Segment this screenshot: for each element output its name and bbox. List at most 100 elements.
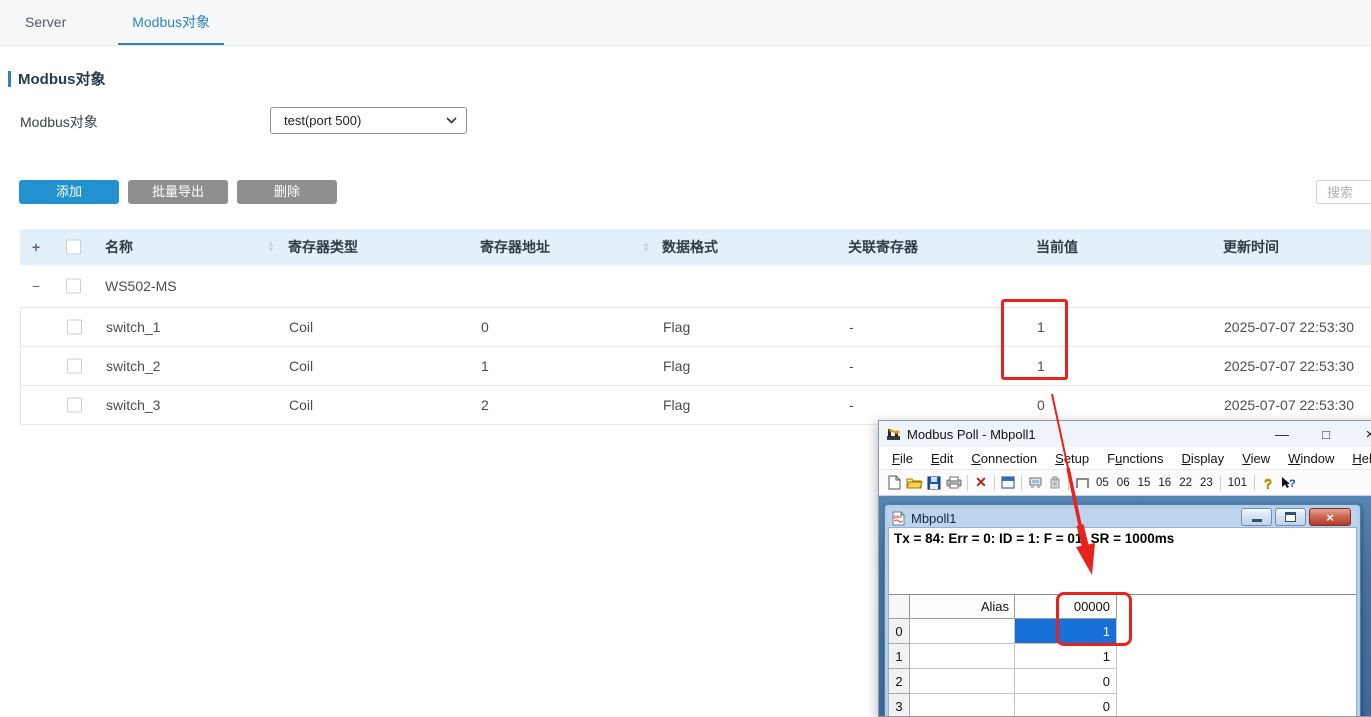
cell-current-value: 1 — [1037, 358, 1045, 374]
grid-alias-cell[interactable] — [910, 694, 1015, 716]
menu-item-help[interactable]: Help — [1343, 451, 1371, 466]
function-23-button[interactable]: 23 — [1196, 477, 1217, 489]
grid-address-header[interactable]: 00000 — [1015, 595, 1117, 619]
select-all-checkbox[interactable] — [66, 240, 81, 255]
cell-format: Flag — [663, 397, 690, 413]
child-close-button[interactable]: × — [1309, 508, 1351, 526]
grid-header-row: Alias 00000 — [889, 595, 1356, 619]
modbus-table: + 名称 ▲▼ 寄存器类型 寄存器地址 ▲▼ 数据格式 关联寄存器 当前值 更新… — [20, 229, 1371, 425]
group-checkbox[interactable] — [66, 279, 81, 294]
new-file-button[interactable] — [884, 473, 904, 493]
pulse-icon — [1076, 478, 1089, 488]
section-accent-bar — [8, 71, 11, 87]
function-05-button[interactable]: 05 — [1092, 477, 1113, 489]
help-icon: ? — [1264, 475, 1273, 491]
function-101-button[interactable]: 101 — [1224, 477, 1251, 489]
menu-item-window[interactable]: Window — [1279, 451, 1343, 466]
red-x-icon: ✕ — [975, 474, 987, 491]
minimize-button[interactable]: — — [1267, 421, 1297, 447]
grid-value-cell[interactable]: 1 — [1015, 619, 1117, 644]
grid-alias-cell[interactable] — [910, 644, 1015, 669]
function-code-buttons: 050615162223 — [1092, 477, 1217, 489]
function-06-button[interactable]: 06 — [1113, 477, 1134, 489]
batch-export-button[interactable]: 批量导出 — [128, 180, 228, 204]
menu-item-connection[interactable]: Connection — [962, 451, 1046, 466]
close-x-icon: × — [1326, 511, 1334, 524]
function-15-button[interactable]: 15 — [1134, 477, 1155, 489]
setup-window-button[interactable] — [998, 473, 1018, 493]
test-center-button[interactable] — [1072, 473, 1092, 493]
communication-button[interactable] — [1045, 473, 1065, 493]
cell-name: switch_3 — [106, 397, 160, 413]
menu-item-edit[interactable]: Edit — [922, 451, 962, 466]
save-icon — [927, 476, 941, 490]
grid-alias-cell[interactable] — [910, 669, 1015, 694]
child-minimize-button[interactable] — [1241, 508, 1272, 526]
modbus-object-label: Modbus对象 — [20, 112, 98, 132]
delete-poll-button[interactable]: ✕ — [971, 473, 991, 493]
grid-alias-header[interactable]: Alias — [910, 595, 1015, 619]
print-button[interactable] — [944, 473, 964, 493]
group-name: WS502-MS — [105, 278, 177, 294]
menu-item-file[interactable]: File — [883, 451, 922, 466]
child-window-controls: × — [1241, 508, 1351, 526]
read-write-once-button[interactable] — [1025, 473, 1045, 493]
collapse-icon[interactable]: − — [32, 278, 40, 294]
grid-alias-cell[interactable] — [910, 619, 1015, 644]
row-checkbox[interactable] — [67, 359, 82, 374]
col-header-reg-type: 寄存器类型 — [288, 237, 358, 257]
comm-read-icon — [1028, 476, 1043, 490]
svg-text:poc: poc — [894, 514, 902, 519]
function-16-button[interactable]: 16 — [1154, 477, 1175, 489]
cell-reg-addr: 1 — [481, 358, 489, 374]
grid-value-cell[interactable]: 0 — [1015, 669, 1117, 694]
menu-item-setup[interactable]: Setup — [1046, 451, 1098, 466]
grid-body: 0111203040 — [889, 619, 1356, 716]
maximize-button[interactable]: □ — [1311, 421, 1341, 447]
context-help-button[interactable]: ? — [1278, 473, 1298, 493]
table-row: switch_2Coil1Flag-12025-07-07 22:53:30 — [21, 347, 1371, 386]
mbpoll1-titlebar[interactable]: poc Mbpoll1 × — [885, 505, 1360, 529]
col-header-time: 更新时间 — [1223, 237, 1279, 257]
delete-button[interactable]: 删除 — [237, 180, 337, 204]
app-icon — [886, 427, 901, 441]
modbus-object-select[interactable]: test(port 500) — [270, 107, 467, 134]
cell-reg-type: Coil — [289, 358, 313, 374]
function-22-button[interactable]: 22 — [1175, 477, 1196, 489]
child-restore-button[interactable] — [1275, 508, 1306, 526]
menu-item-functions[interactable]: Functions — [1098, 451, 1172, 466]
toolbar: ✕ 050615162223 101 ? ? — [879, 470, 1371, 496]
add-button[interactable]: 添加 — [19, 180, 119, 204]
open-file-button[interactable] — [904, 473, 924, 493]
grid-value-cell[interactable]: 1 — [1015, 644, 1117, 669]
grid-row-number: 2 — [889, 669, 910, 694]
menu-item-display[interactable]: Display — [1173, 451, 1234, 466]
close-button[interactable]: × — [1355, 421, 1371, 447]
save-button[interactable] — [924, 473, 944, 493]
col-header-format: 数据格式 — [662, 237, 718, 257]
tab-modbus-object[interactable]: Modbus对象 — [118, 0, 224, 45]
cell-reg-addr: 2 — [481, 397, 489, 413]
help-button[interactable]: ? — [1258, 473, 1278, 493]
tab-bar: Server Modbus对象 — [0, 0, 1371, 46]
row-checkbox[interactable] — [67, 320, 82, 335]
window-title: Modbus Poll - Mbpoll1 — [907, 427, 1036, 442]
grid-row: 20 — [889, 669, 1356, 694]
toolbar-separator — [1021, 475, 1022, 491]
table-header-row: + 名称 ▲▼ 寄存器类型 寄存器地址 ▲▼ 数据格式 关联寄存器 当前值 更新… — [20, 229, 1371, 265]
cell-update-time: 2025-07-07 22:53:30 — [1224, 319, 1354, 335]
menu-item-view[interactable]: View — [1233, 451, 1279, 466]
chevron-down-icon — [446, 117, 457, 124]
grid-value-cell[interactable]: 0 — [1015, 694, 1117, 716]
expand-all-icon[interactable]: + — [32, 239, 40, 255]
search-input[interactable] — [1316, 180, 1371, 204]
modbus-poll-titlebar[interactable]: Modbus Poll - Mbpoll1 — □ × — [879, 421, 1371, 447]
grid-row: 11 — [889, 644, 1356, 669]
sort-icon-reg-addr[interactable]: ▲▼ — [642, 241, 650, 253]
row-checkbox[interactable] — [67, 398, 82, 413]
tab-server[interactable]: Server — [11, 0, 80, 45]
sort-icon-name[interactable]: ▲▼ — [267, 241, 275, 253]
cell-assoc: - — [849, 358, 854, 374]
cell-name: switch_2 — [106, 358, 160, 374]
cell-update-time: 2025-07-07 22:53:30 — [1224, 397, 1354, 413]
